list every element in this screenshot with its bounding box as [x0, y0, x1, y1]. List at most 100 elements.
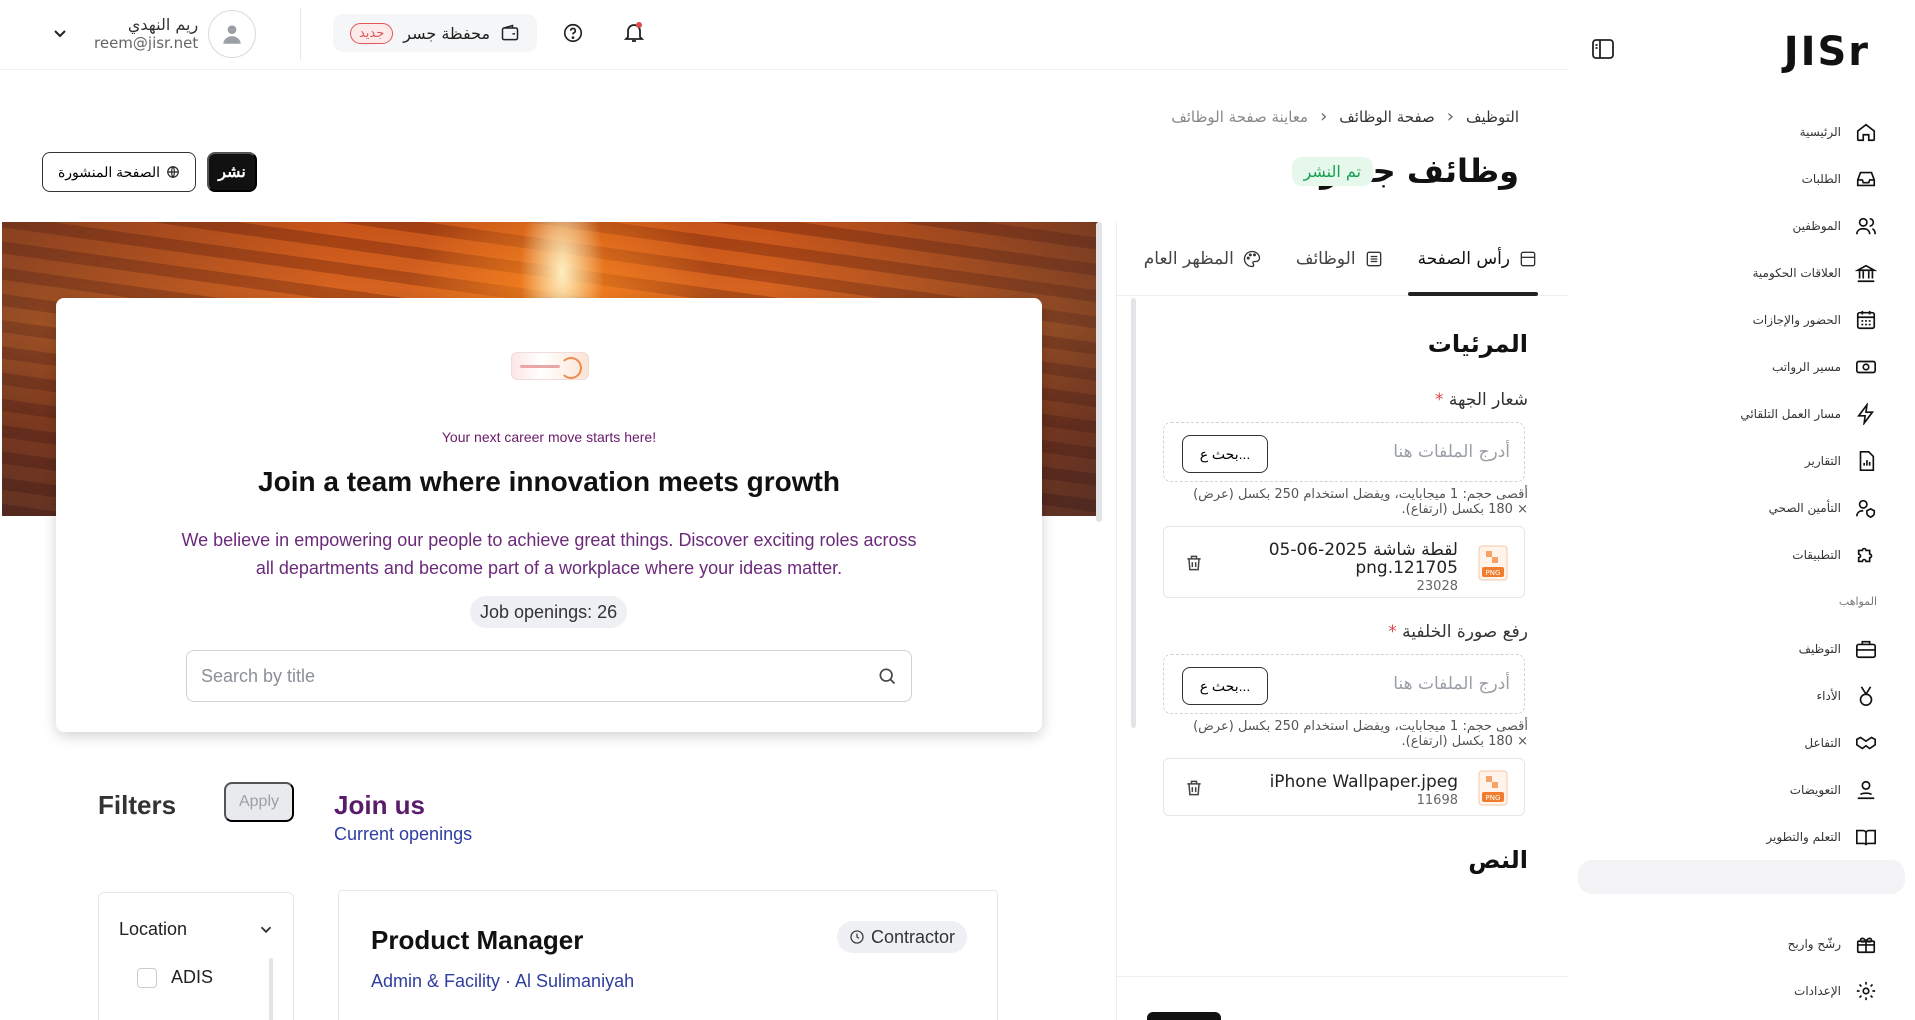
sidebar-item-label: التفاعل: [1804, 735, 1841, 750]
preview-scrollbar[interactable]: [1096, 222, 1102, 522]
file-name: iPhone Wallpaper.jpeg: [1269, 772, 1458, 792]
background-dropzone[interactable]: أدرج الملفات هنا بحث ع...: [1163, 654, 1525, 714]
sidebar: JISr الرئيسية الطلبات الموظفين العلاقات …: [1554, 0, 1915, 1020]
sidebar-item-government-relations[interactable]: العلاقات الحكومية: [1554, 249, 1915, 296]
sidebar-item-automation[interactable]: مسار العمل التلقائي: [1554, 390, 1915, 437]
location-filter-label[interactable]: Location: [119, 919, 187, 940]
required-mark: *: [1388, 622, 1397, 642]
delete-file-icon[interactable]: [1184, 553, 1204, 573]
text-section-title: النص: [1468, 846, 1528, 874]
background-size-hint: أقصى حجم: 1 ميجابايت، ويفضل استخدام 250 …: [1193, 719, 1528, 749]
job-search-input[interactable]: [201, 665, 841, 687]
sidebar-item-label: الحضور والإجازات: [1752, 312, 1841, 327]
job-title[interactable]: Product Manager: [371, 925, 583, 956]
sidebar-item-employees[interactable]: الموظفين: [1554, 202, 1915, 249]
calendar-icon: [1855, 309, 1877, 331]
health-insurance-icon: [1855, 497, 1877, 519]
help-icon[interactable]: [562, 22, 584, 44]
jisr-wallet-button[interactable]: جديد محفظة جسر: [333, 14, 537, 52]
editor-footer: [1117, 976, 1568, 1020]
company-logo: [511, 352, 589, 380]
sidebar-item-performance[interactable]: الأداء: [1554, 672, 1915, 719]
sidebar-item-reports[interactable]: التقارير: [1554, 437, 1915, 484]
sidebar-section-talent: المواهب: [1838, 595, 1877, 608]
sidebar-item-label: الأداء: [1816, 688, 1842, 703]
sidebar-item-refer-earn[interactable]: رشّح واربح: [1554, 920, 1915, 967]
job-search-field[interactable]: [186, 650, 912, 702]
sidebar-item-compensation[interactable]: التعويضات: [1554, 766, 1915, 813]
careers-page-preview: Your next career move starts here! Join …: [2, 222, 1098, 1020]
user-email: reem@jisr.net: [94, 34, 199, 52]
apply-filters-button[interactable]: Apply: [224, 782, 294, 822]
sidebar-spacer: [1554, 894, 1915, 920]
chevron-down-icon[interactable]: [257, 921, 275, 939]
location-option-label: ADIS: [171, 967, 214, 987]
tab-appearance[interactable]: المظهر العام: [1144, 222, 1262, 296]
sidebar-item-apps[interactable]: التطبيقات: [1554, 531, 1915, 578]
publish-button[interactable]: نشر: [207, 152, 257, 192]
browse-button[interactable]: بحث ع...: [1182, 667, 1268, 705]
published-page-button[interactable]: الصفحة المنشورة: [42, 152, 196, 192]
notification-bell-icon[interactable]: [622, 20, 646, 44]
divider: [300, 8, 301, 60]
location-checkbox[interactable]: [137, 967, 157, 988]
sidebar-item-label: التأمين الصحي: [1768, 500, 1841, 515]
visuals-section-title: المرئيات: [1427, 330, 1528, 358]
job-card[interactable]: Product Manager Admin & Facility · Al Su…: [338, 890, 998, 1020]
png-file-icon: PNG: [1478, 545, 1508, 581]
sidebar-item-highlighted[interactable]: [1578, 860, 1905, 894]
breadcrumb-item-jobs-page[interactable]: صفحة الوظائف: [1339, 108, 1435, 126]
tab-label: المظهر العام: [1143, 249, 1234, 269]
sidebar-item-recruitment[interactable]: التوظيف: [1554, 625, 1915, 672]
reports-icon: [1855, 450, 1877, 472]
location-filter: Location ADIS: [98, 892, 294, 1020]
background-field-label-text: رفع صورة الخلفية: [1402, 622, 1528, 642]
sidebar-item-engagement[interactable]: التفاعل: [1554, 719, 1915, 766]
user-name: ريم النهدي: [127, 15, 199, 34]
sidebar-item-attendance[interactable]: الحضور والإجازات: [1554, 296, 1915, 343]
sidebar-item-requests[interactable]: الطلبات: [1554, 155, 1915, 202]
editor-scrollbar[interactable]: [1131, 298, 1136, 728]
sidebar-item-label: التقارير: [1804, 453, 1841, 468]
sidebar-item-label: العلاقات الحكومية: [1752, 265, 1842, 280]
inbox-icon: [1855, 168, 1877, 190]
user-menu[interactable]: ريم النهدي reem@jisr.net: [50, 10, 257, 58]
editor-tabs: رأس الصفحة الوظائف المظهر العام: [1117, 222, 1568, 296]
sidebar-item-label: التوظيف: [1798, 641, 1841, 656]
filter-scrollbar[interactable]: [269, 958, 273, 1020]
search-icon[interactable]: [877, 666, 897, 686]
avatar[interactable]: [208, 10, 257, 58]
tab-label: رأس الصفحة: [1417, 249, 1510, 269]
topbar: ريم النهدي reem@jisr.net جديد محفظة جسر: [0, 0, 1568, 70]
job-type-label: Contractor: [870, 926, 955, 947]
sidebar-item-label: الإعدادات: [1794, 983, 1841, 998]
wallet-icon: [501, 24, 519, 41]
job-type-badge: Contractor: [836, 921, 967, 953]
location-option-adis[interactable]: ADIS: [137, 967, 213, 988]
sidebar-item-home[interactable]: الرئيسية: [1554, 108, 1915, 155]
job-openings-count: Job openings: 26: [470, 596, 628, 628]
jisr-logo[interactable]: JISr: [1784, 30, 1870, 74]
gift-icon: [1855, 933, 1877, 955]
sidebar-item-payroll[interactable]: مسير الرواتب: [1554, 343, 1915, 390]
sidebar-item-health-insurance[interactable]: التأمين الصحي: [1554, 484, 1915, 531]
sidebar-item-settings[interactable]: الإعدادات: [1554, 967, 1915, 1014]
new-badge: جديد: [349, 22, 394, 44]
delete-file-icon[interactable]: [1184, 778, 1204, 798]
users-icon: [1855, 215, 1877, 237]
browse-button[interactable]: بحث ع...: [1182, 435, 1268, 473]
sidebar-item-label: التعويضات: [1789, 782, 1841, 797]
sidebar-collapse-icon[interactable]: [1591, 38, 1615, 60]
sidebar-item-learning[interactable]: التعلم والتطوير: [1554, 813, 1915, 860]
tab-jobs[interactable]: الوظائف: [1296, 222, 1384, 296]
layout-icon: [1520, 251, 1536, 267]
tab-page-header[interactable]: رأس الصفحة: [1407, 222, 1539, 296]
user-info: ريم النهدي reem@jisr.net: [94, 15, 199, 53]
sidebar-item-label: الرئيسية: [1799, 124, 1841, 139]
logo-dropzone[interactable]: أدرج الملفات هنا بحث ع...: [1163, 422, 1525, 482]
chevron-down-icon[interactable]: [50, 24, 70, 44]
chevron-left-icon: ‹: [1446, 106, 1454, 127]
save-button[interactable]: [1147, 1012, 1221, 1020]
breadcrumb-item-recruitment[interactable]: التوظيف: [1466, 108, 1519, 126]
government-icon: [1855, 262, 1877, 284]
